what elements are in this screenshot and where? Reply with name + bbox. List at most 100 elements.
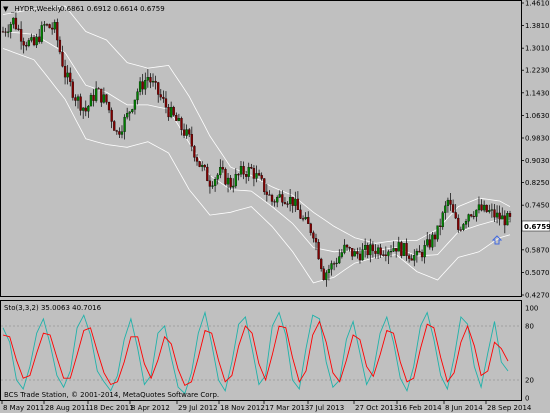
candle-body [454,212,457,219]
candle-body [480,204,483,211]
candle-body [188,129,191,135]
candle-body [345,244,349,248]
candle-body [490,209,494,211]
candle-body [94,88,98,101]
candle-body [291,196,294,206]
candle-body [387,251,390,257]
time-axis[interactable]: 8 May 2011 28 Aug 2011 18 Dec 20118 Apr 20… [1,401,532,412]
candle-body [102,94,106,103]
candle-body [76,96,80,101]
candle-body [392,248,395,252]
candle-body [74,97,77,101]
candle-body [257,173,261,176]
candle-body [307,217,310,224]
candle-body [356,251,359,255]
candle-body [89,94,93,107]
candle-body [208,180,212,187]
candle-body [268,194,271,196]
candle-body [260,175,263,179]
candle-body [459,229,463,231]
candle-body [9,24,12,32]
candle-body [198,161,201,167]
candle-body [79,96,82,111]
candle-body [330,263,333,270]
price-tick-label: 0.5070 [525,269,550,277]
candle-body [97,88,100,90]
candle-body [410,258,413,261]
candle-body [338,256,341,264]
price-tick-label: 0.5870 [525,246,550,254]
price-tick-label: 0.9030 [525,157,550,165]
candle-body [193,146,196,158]
time-tick-label: 18 Nov 2012 [220,404,265,412]
candle-body [439,225,442,228]
candle-body [304,217,307,220]
candle-body [498,212,501,220]
candle-body [475,209,478,217]
candle-body [203,164,206,168]
candle-body [107,102,111,111]
candle-body [503,215,506,226]
candle-body [317,242,320,260]
candle-body [58,39,62,53]
candle-body [482,204,486,211]
candle-body [433,234,437,240]
ohlc-values: 0.6861 0.6912 0.6614 0.6759 [60,5,165,13]
candle-body [48,24,51,29]
stochastic-tick-label: 0 [525,395,529,403]
candle-body [369,244,372,256]
time-tick-label: 7 Jul 2013 [309,404,344,412]
candle-body [389,251,393,253]
candle-body [105,94,108,103]
price-tick-label: 1.3810 [525,22,550,30]
time-tick-label: 8 May 2011 [3,404,44,412]
candle-body [477,204,481,211]
candle-body [397,242,400,252]
candle-body [172,107,175,116]
candle-body [115,130,118,132]
price-panel[interactable] [0,0,522,297]
candle-body [56,22,59,41]
candle-body [149,77,152,83]
candle-body [449,199,452,205]
candle-body [151,80,155,83]
price-tick-label: 0.4270 [525,292,550,300]
candle-body [100,88,103,103]
candle-body [296,198,300,211]
candle-body [66,72,69,78]
candle-body [162,96,165,99]
time-tick-label: 29 Jul 2012 [178,404,218,412]
candle-body [325,272,328,281]
candle-body [190,134,193,147]
candle-body [374,250,377,254]
time-tick-label: 28 Aug 2011 [45,404,90,412]
candle-body [245,174,248,177]
candle-body [35,36,38,46]
candle-body [177,118,181,121]
candle-body [25,45,28,47]
candle-body [332,263,336,265]
candle-body [239,166,243,175]
candle-body [32,37,36,46]
price-tick-label: 1.2230 [525,67,550,75]
candle-body [428,239,431,248]
candle-body [508,213,512,217]
candle-body [431,234,434,248]
time-tick-label: 16 Feb 2014 [398,404,442,412]
stochastic-label: Sto(3,3,2) 35.0063 40.7016 [4,304,102,312]
price-tick-label: 1.0630 [525,112,550,120]
candle-body [53,22,56,30]
candle-body [472,215,475,218]
candle-body [69,72,72,82]
candle-body [247,167,250,177]
candle-body [278,194,281,198]
chart-dropdown-icon[interactable]: ▼ [3,5,9,13]
candle-body [144,80,147,90]
candle-body [201,164,204,167]
candle-body [229,177,232,188]
candle-body [322,268,325,281]
candle-body [195,157,199,162]
candle-body [312,232,315,239]
candle-body [92,94,95,101]
price-axis[interactable]: 1.4610 1.3810 1.3010 1.2230 1.1430 1.0630 0.98… [521,0,550,300]
